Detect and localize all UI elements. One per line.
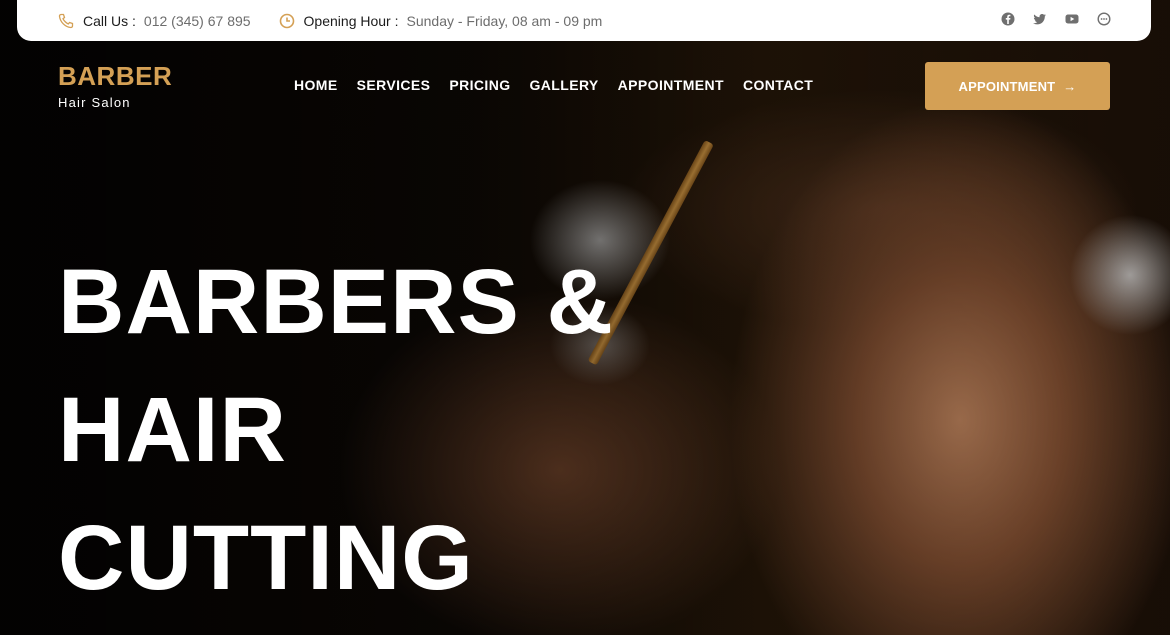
clock-icon: [279, 13, 295, 29]
hero-headline-line-1: BARBERS &: [58, 251, 614, 353]
hero-headline: BARBERS & HAIR CUTTING: [58, 238, 614, 622]
phone-label: Call Us :: [83, 12, 136, 29]
phone-number[interactable]: 012 (345) 67 895: [144, 13, 251, 29]
social-links: [1001, 12, 1111, 26]
site-logo[interactable]: BARBER Hair Salon: [58, 62, 172, 110]
nav-item-pricing[interactable]: PRICING: [449, 77, 510, 93]
top-info-bar: Call Us : 012 (345) 67 895 Opening Hour …: [17, 0, 1151, 41]
chat-icon[interactable]: [1097, 12, 1111, 26]
arrow-right-icon: →: [1063, 78, 1077, 94]
nav-item-home[interactable]: HOME: [294, 77, 338, 93]
facebook-icon[interactable]: [1001, 12, 1015, 26]
opening-hours-value: Sunday - Friday, 08 am - 09 pm: [406, 12, 603, 29]
appointment-button-label: APPOINTMENT: [958, 78, 1056, 94]
twitter-icon[interactable]: [1033, 12, 1047, 26]
logo-brand-text: BARBER: [58, 61, 173, 91]
nav-item-appointment[interactable]: APPOINTMENT: [618, 77, 724, 93]
nav-item-contact[interactable]: CONTACT: [743, 77, 813, 93]
main-nav: HOME SERVICES PRICING GALLERY APPOINTMEN…: [294, 77, 813, 93]
phone-icon: [58, 13, 74, 29]
opening-hours-info: Opening Hour : Sunday - Friday, 08 am - …: [279, 12, 603, 29]
hero-headline-line-3: CUTTING: [58, 507, 474, 609]
nav-item-gallery[interactable]: GALLERY: [530, 77, 599, 93]
hero-headline-line-2: HAIR: [58, 379, 287, 481]
nav-item-services[interactable]: SERVICES: [357, 77, 431, 93]
phone-info[interactable]: Call Us : 012 (345) 67 895: [58, 13, 251, 29]
opening-hours-label: Opening Hour :: [303, 12, 399, 29]
appointment-button[interactable]: APPOINTMENT →: [925, 62, 1110, 110]
youtube-icon[interactable]: [1065, 12, 1079, 26]
logo-tagline: Hair Salon: [58, 95, 131, 110]
